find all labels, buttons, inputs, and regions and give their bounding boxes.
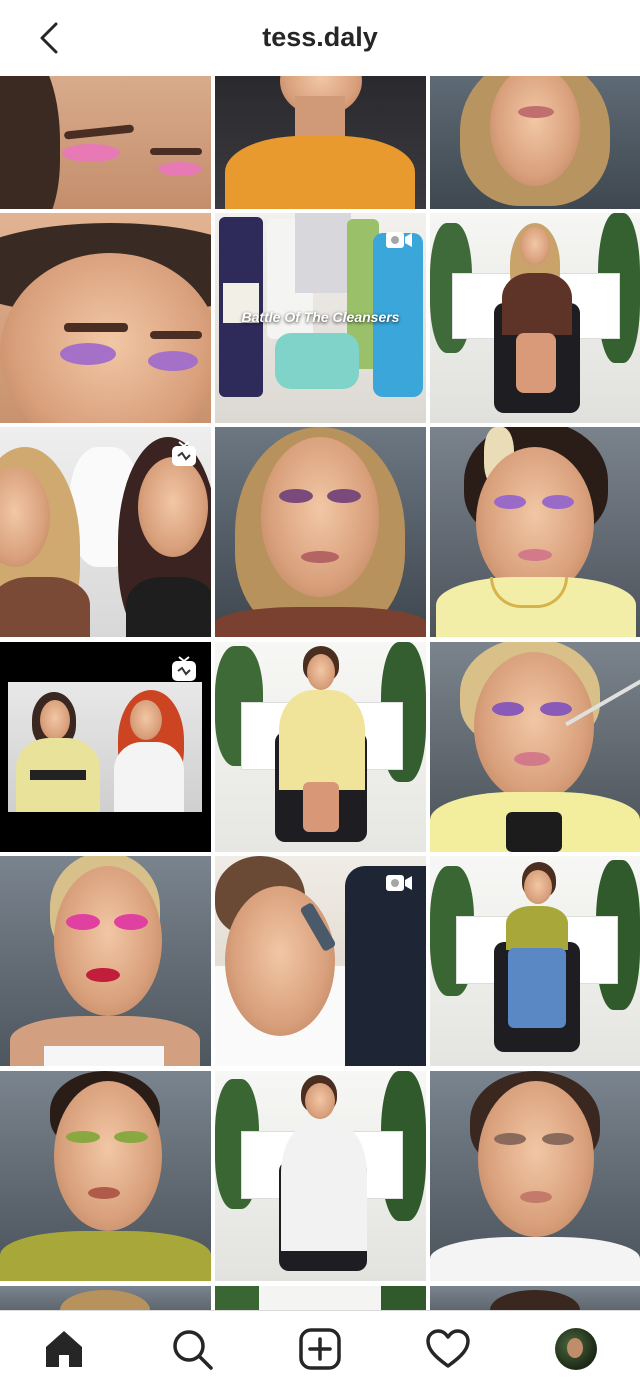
post-tile[interactable]: [215, 856, 426, 1066]
igtv-icon: [172, 656, 196, 681]
post-tile[interactable]: [215, 1071, 426, 1281]
video-badge: [384, 868, 414, 898]
post-tile[interactable]: [0, 1071, 211, 1281]
post-tile[interactable]: [430, 856, 640, 1066]
post-tile[interactable]: [0, 642, 211, 852]
search-icon: [173, 1330, 213, 1370]
post-tile[interactable]: [430, 427, 640, 637]
igtv-icon: [172, 441, 196, 466]
post-tile[interactable]: [0, 1286, 211, 1310]
post-tile[interactable]: [215, 642, 426, 852]
new-post-icon: [299, 1328, 341, 1370]
post-tile[interactable]: [215, 76, 426, 209]
igtv-badge: [169, 439, 199, 469]
nav-new-post[interactable]: [296, 1325, 344, 1373]
igtv-badge: [169, 654, 199, 684]
nav-profile-avatar[interactable]: [555, 1328, 597, 1370]
video-camera-icon: [386, 875, 412, 891]
post-tile[interactable]: [430, 642, 640, 852]
post-tile[interactable]: [0, 856, 211, 1066]
nav-home[interactable]: [40, 1325, 88, 1373]
post-caption-overlay: Battle Of The Cleansers: [241, 309, 400, 325]
home-icon: [46, 1331, 82, 1367]
video-camera-icon: [386, 232, 412, 248]
post-tile[interactable]: [0, 427, 211, 637]
posts-grid: Battle Of The Cleansers: [0, 76, 640, 1310]
video-badge: [384, 225, 414, 255]
post-tile[interactable]: [0, 213, 211, 423]
post-tile[interactable]: [215, 1286, 426, 1310]
post-tile[interactable]: [0, 76, 211, 209]
profile-header: tess.daly: [0, 0, 640, 77]
page-title: tess.daly: [262, 22, 378, 52]
activity-heart-icon: [426, 1329, 470, 1368]
post-tile[interactable]: [430, 1071, 640, 1281]
avatar-face: [567, 1338, 583, 1358]
post-tile[interactable]: [430, 1286, 640, 1310]
post-tile[interactable]: [215, 427, 426, 637]
post-tile[interactable]: [430, 213, 640, 423]
post-tile[interactable]: [430, 76, 640, 209]
nav-search[interactable]: [168, 1325, 216, 1373]
bottom-nav: [0, 1310, 640, 1387]
nav-activity[interactable]: [424, 1325, 472, 1373]
post-tile[interactable]: Battle Of The Cleansers: [215, 213, 426, 423]
